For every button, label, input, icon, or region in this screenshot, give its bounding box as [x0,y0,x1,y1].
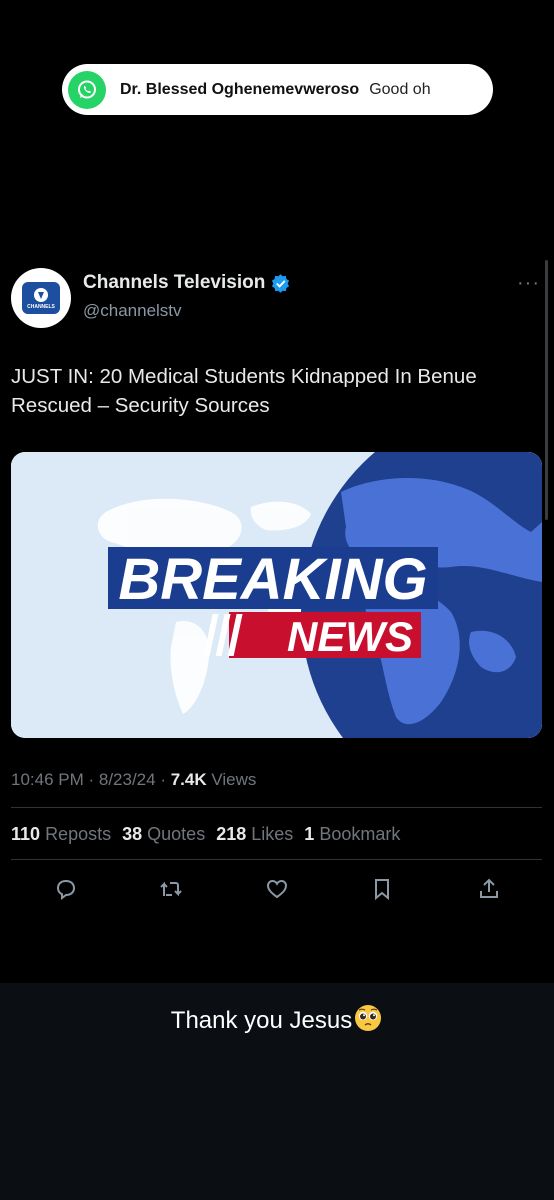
notification-message: Good oh [369,80,431,98]
caption: Thank you Jesus [0,1003,554,1040]
caption-text: Thank you Jesus [170,1006,353,1034]
bookmark-icon[interactable] [369,876,395,902]
views-count: 7.4K [170,770,207,789]
more-options-icon[interactable]: ··· [517,272,540,295]
repost-icon[interactable] [158,876,184,902]
handle[interactable]: @channelstv [83,301,182,321]
divider [11,859,542,860]
avatar-label: CHANNELS [27,303,55,310]
display-name-text: Channels Television [83,272,266,293]
news-text: NEWS [287,613,413,660]
display-name[interactable]: Channels Television [83,272,290,294]
whatsapp-icon [68,70,106,109]
tweet-image[interactable]: BREAKING NEWS [11,452,542,738]
like-icon[interactable] [264,876,290,902]
tweet-time: 10:46 PM [11,770,84,789]
caption-area: Thank you Jesus [0,983,554,1200]
channels-logo-icon: CHANNELS [22,282,60,314]
divider [11,807,542,808]
pleading-face-emoji [353,1003,383,1040]
verified-badge-icon [272,273,290,293]
stat-reposts[interactable]: 110 Reposts [11,824,111,845]
views-label: Views [211,770,257,789]
reply-icon[interactable] [53,876,79,902]
notification-sender: Dr. Blessed Oghenemevweroso [120,80,360,98]
action-bar [0,876,554,906]
stat-quotes[interactable]: 38 Quotes [122,824,205,845]
stat-bookmarks[interactable]: 1 Bookmark [304,824,400,845]
breaking-news-graphic: BREAKING NEWS [11,452,542,738]
tweet-meta: 10:46 PM · 8/23/24 · 7.4K Views [11,770,257,789]
whatsapp-notification[interactable]: Dr. Blessed Oghenemevweroso Good oh [62,64,493,115]
avatar[interactable]: CHANNELS [11,268,71,328]
engagement-stats: 110 Reposts 38 Quotes 218 Likes 1 Bookma… [11,824,400,845]
breaking-text: BREAKING [118,547,427,612]
share-icon[interactable] [476,876,502,902]
stat-likes[interactable]: 218 Likes [216,824,293,845]
tweet-date: 8/23/24 [98,770,156,789]
tweet-card: CHANNELS Channels Television @channelstv… [0,250,554,980]
tweet-text: JUST IN: 20 Medical Students Kidnapped I… [11,365,477,417]
